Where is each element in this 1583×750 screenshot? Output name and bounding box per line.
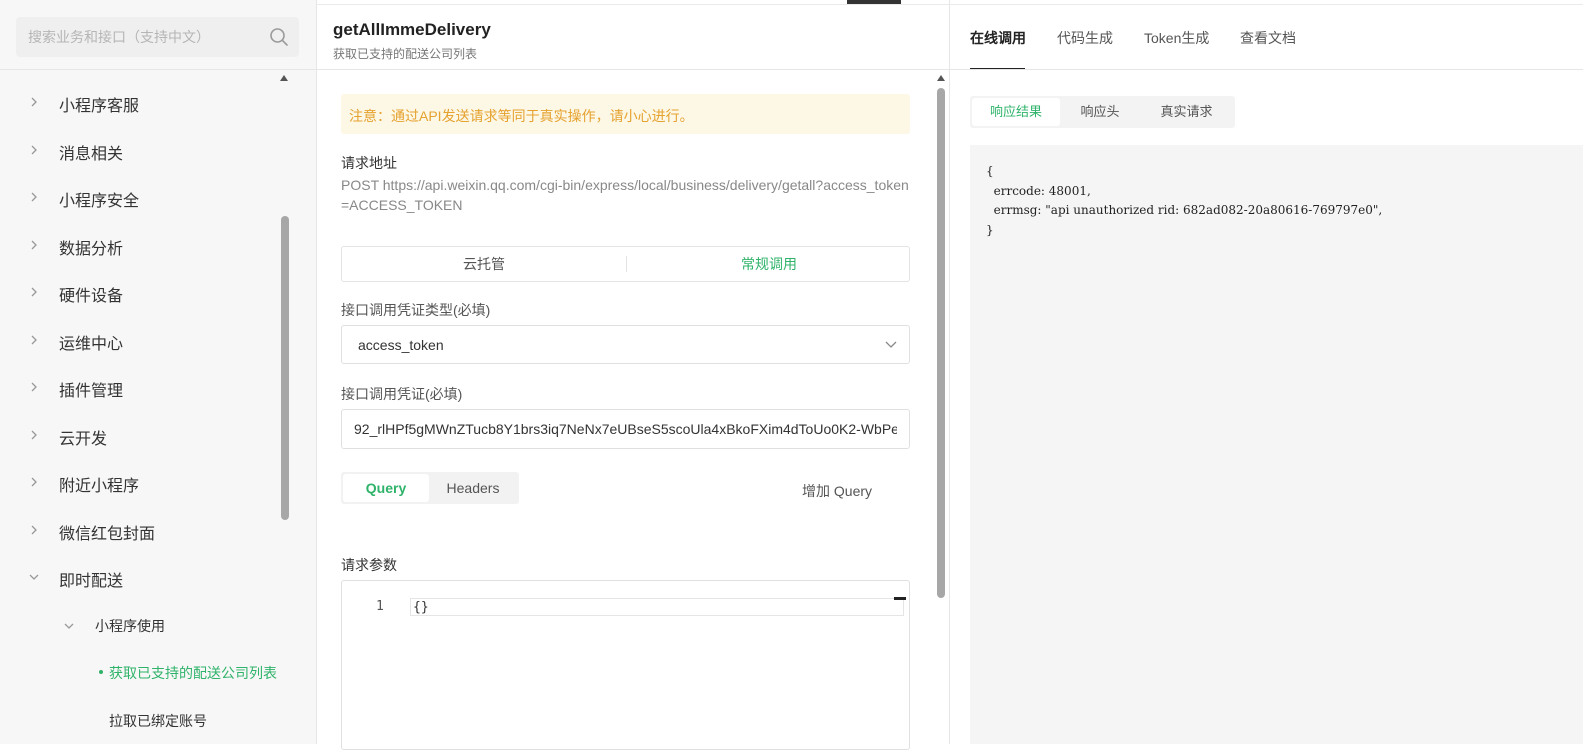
sidebar-scrollbar-thumb[interactable] bbox=[281, 216, 289, 520]
chevron-right-icon bbox=[31, 97, 37, 107]
sidebar-item-cloud-dev[interactable]: 云开发 bbox=[0, 413, 280, 457]
tab-headers[interactable]: Headers bbox=[429, 474, 517, 502]
tab-code-gen[interactable]: 代码生成 bbox=[1057, 28, 1113, 48]
param-tabs: Query Headers bbox=[341, 472, 519, 504]
chevron-down-icon bbox=[29, 574, 39, 580]
search-input[interactable] bbox=[16, 17, 256, 57]
tab-view-docs[interactable]: 查看文档 bbox=[1240, 28, 1296, 48]
chevron-right-icon bbox=[31, 145, 37, 155]
sidebar-item-instant-delivery[interactable]: 即时配送 bbox=[0, 555, 280, 599]
response-panel: 在线调用 代码生成 Token生成 查看文档 响应结果 响应头 真实请求 { e… bbox=[950, 0, 1583, 744]
credential-label: 接口调用凭证(必填) bbox=[341, 386, 463, 402]
sidebar-item-label: 微信红包封面 bbox=[59, 526, 156, 543]
code-editor[interactable]: 1 {} bbox=[341, 580, 910, 750]
credential-type-label: 接口调用凭证类型(必填) bbox=[341, 302, 491, 318]
add-query-button[interactable]: 增加 Query bbox=[802, 481, 872, 501]
sidebar-leaf-label: 获取已支持的配送公司列表 bbox=[109, 665, 277, 681]
sidebar-subgroup-label: 小程序使用 bbox=[95, 618, 165, 634]
credential-type-select[interactable]: access_token bbox=[341, 325, 910, 364]
sidebar-item-hardware[interactable]: 硬件设备 bbox=[0, 270, 280, 314]
response-tabs: 响应结果 响应头 真实请求 bbox=[970, 96, 1235, 128]
sidebar: 小程序客服 消息相关 小程序安全 数据分析 硬件设备 运维中心 插件管理 云开 bbox=[0, 0, 317, 744]
sidebar-item-label: 运维中心 bbox=[59, 336, 124, 353]
response-body: { errcode: 48001, errmsg: "api unauthori… bbox=[970, 145, 1583, 744]
tab-online-call[interactable]: 在线调用 bbox=[970, 28, 1026, 48]
warning-notice: 注意：通过API发送请求等同于真实操作，请小心进行。 bbox=[341, 94, 910, 134]
request-scrollbar-thumb[interactable] bbox=[937, 88, 945, 598]
sidebar-item-label: 插件管理 bbox=[59, 383, 124, 400]
sidebar-item-label: 硬件设备 bbox=[59, 288, 124, 305]
divider bbox=[0, 69, 316, 70]
tab-token-gen[interactable]: Token生成 bbox=[1144, 28, 1209, 48]
page-title: getAllImmeDelivery bbox=[333, 20, 491, 39]
sidebar-item-nearby[interactable]: 附近小程序 bbox=[0, 460, 280, 504]
sidebar-item-label: 云开发 bbox=[59, 431, 108, 448]
sidebar-item-ops-center[interactable]: 运维中心 bbox=[0, 318, 280, 362]
divider bbox=[950, 4, 1583, 5]
mode-regular-call[interactable]: 常规调用 bbox=[627, 247, 911, 281]
minimize-icon[interactable] bbox=[894, 597, 906, 600]
sidebar-item-customer-service[interactable]: 小程序客服 bbox=[0, 80, 280, 124]
sidebar-item-plugins[interactable]: 插件管理 bbox=[0, 365, 280, 409]
chevron-right-icon bbox=[31, 477, 37, 487]
sidebar-item-red-packet[interactable]: 微信红包封面 bbox=[0, 508, 280, 552]
chevron-right-icon bbox=[31, 287, 37, 297]
sidebar-leaf-label: 拉取已绑定账号 bbox=[109, 713, 207, 729]
tab-response-headers[interactable]: 响应头 bbox=[1060, 98, 1140, 126]
sidebar-item-security[interactable]: 小程序安全 bbox=[0, 175, 280, 219]
chevron-down-icon bbox=[885, 341, 897, 348]
sidebar-item-label: 消息相关 bbox=[59, 146, 124, 163]
sidebar-leaf[interactable]: 拉取已绑定账号 bbox=[0, 702, 280, 738]
credential-input[interactable] bbox=[341, 409, 910, 449]
code-line[interactable]: {} bbox=[410, 598, 904, 616]
request-url: POST https://api.weixin.qq.com/cgi-bin/e… bbox=[341, 177, 909, 213]
request-url-label: 请求地址 bbox=[341, 155, 397, 171]
response-json: { errcode: 48001, errmsg: "api unauthori… bbox=[986, 164, 1383, 237]
sidebar-subgroup-miniprogram[interactable]: 小程序使用 bbox=[0, 607, 280, 643]
credential-type-value: access_token bbox=[358, 337, 444, 353]
sidebar-item-messages[interactable]: 消息相关 bbox=[0, 128, 280, 172]
tab-query[interactable]: Query bbox=[343, 474, 429, 502]
chevron-right-icon bbox=[31, 525, 37, 535]
sidebar-item-data-analysis[interactable]: 数据分析 bbox=[0, 223, 280, 267]
chevron-down-icon bbox=[64, 623, 74, 629]
notice-text: 注意：通过API发送请求等同于真实操作，请小心进行。 bbox=[349, 108, 694, 124]
search-icon[interactable] bbox=[269, 27, 289, 47]
search-box bbox=[16, 17, 299, 57]
scroll-up-arrow-icon[interactable] bbox=[936, 74, 946, 82]
scroll-up-arrow-icon[interactable] bbox=[279, 74, 289, 82]
sidebar-leaf-active[interactable]: 获取已支持的配送公司列表 bbox=[0, 654, 280, 690]
chevron-right-icon bbox=[31, 382, 37, 392]
sidebar-item-label: 小程序安全 bbox=[59, 193, 140, 210]
divider bbox=[317, 4, 950, 5]
sidebar-item-label: 附近小程序 bbox=[59, 478, 140, 495]
sidebar-item-label: 小程序客服 bbox=[59, 98, 140, 115]
sidebar-item-label: 数据分析 bbox=[59, 241, 124, 258]
page-subtitle: 获取已支持的配送公司列表 bbox=[333, 47, 478, 61]
chevron-right-icon bbox=[31, 430, 37, 440]
divider bbox=[950, 69, 1583, 70]
divider bbox=[317, 69, 950, 70]
request-panel: getAllImmeDelivery 获取已支持的配送公司列表 注意：通过API… bbox=[317, 0, 950, 750]
line-number: 1 bbox=[376, 599, 384, 614]
sidebar-item-label: 即时配送 bbox=[59, 573, 124, 590]
code-text: {} bbox=[413, 600, 429, 615]
tab-response-result[interactable]: 响应结果 bbox=[972, 98, 1060, 126]
chevron-right-icon bbox=[31, 192, 37, 202]
tab-real-request[interactable]: 真实请求 bbox=[1140, 98, 1233, 126]
mode-cloud-hosting[interactable]: 云托管 bbox=[342, 247, 626, 281]
chevron-right-icon bbox=[31, 240, 37, 250]
chevron-right-icon bbox=[31, 335, 37, 345]
call-mode-segmented: 云托管 常规调用 bbox=[341, 246, 910, 282]
active-dot bbox=[99, 670, 103, 674]
request-params-label: 请求参数 bbox=[341, 557, 397, 573]
